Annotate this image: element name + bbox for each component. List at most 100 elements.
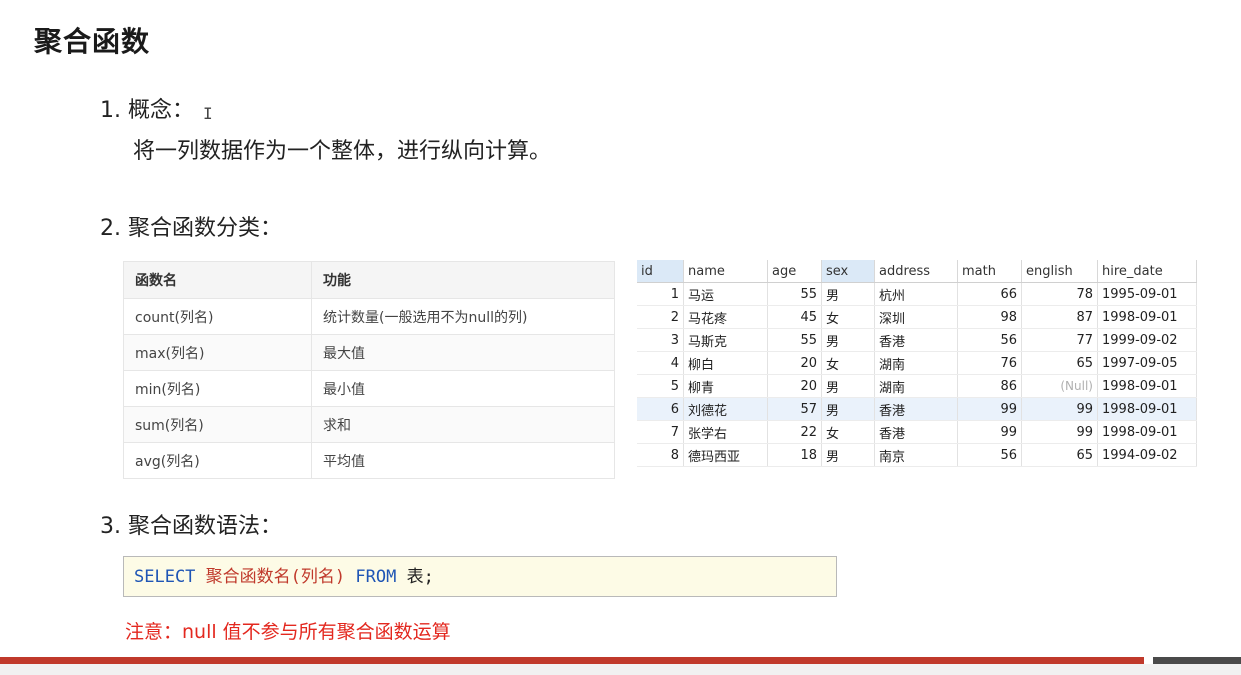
- cell-math[interactable]: 86: [957, 374, 1022, 398]
- footer-dark-bar: [1153, 657, 1241, 664]
- concept-text: 将一列数据作为一个整体，进行纵向计算。: [133, 139, 552, 164]
- column-header-sex[interactable]: sex: [821, 260, 875, 283]
- sql-syntax-box: SELECT 聚合函数名(列名) FROM 表;: [123, 556, 837, 597]
- function-table: 函数名 功能 count(列名) 统计数量(一般选用不为null的列) max(列…: [123, 261, 615, 479]
- cell-hire-date[interactable]: 1997-09-05: [1097, 351, 1197, 375]
- cell-id[interactable]: 1: [637, 282, 684, 306]
- cell-age[interactable]: 57: [767, 397, 822, 421]
- column-header-name[interactable]: name: [683, 260, 768, 283]
- cell-address[interactable]: 香港: [874, 397, 958, 421]
- cell-name[interactable]: 柳青: [683, 374, 768, 398]
- table-row[interactable]: 4 柳白 20 女湖南 76 65 1997-09-05: [637, 351, 1197, 375]
- page-title: 聚合函数: [34, 25, 151, 58]
- section-heading-categories: 2. 聚合函数分类：: [100, 216, 282, 241]
- cell-name[interactable]: 马斯克: [683, 328, 768, 352]
- cell-id[interactable]: 5: [637, 374, 684, 398]
- cell-math[interactable]: 99: [957, 420, 1022, 444]
- section-heading-syntax: 3. 聚合函数语法：: [100, 514, 282, 539]
- cell-math[interactable]: 66: [957, 282, 1022, 306]
- table-row[interactable]: 8 德玛西亚 18 男南京 56 65 1994-09-02: [637, 443, 1197, 467]
- cell-id[interactable]: 4: [637, 351, 684, 375]
- cell-english[interactable]: 65: [1021, 443, 1098, 467]
- cell-address[interactable]: 南京: [874, 443, 958, 467]
- column-header-age[interactable]: age: [767, 260, 822, 283]
- cell-sex[interactable]: 女: [821, 420, 875, 444]
- cell-age[interactable]: 20: [767, 351, 822, 375]
- cell-id[interactable]: 3: [637, 328, 684, 352]
- cell-address[interactable]: 湖南: [874, 374, 958, 398]
- cell-hire-date[interactable]: 1998-09-01: [1097, 420, 1197, 444]
- function-desc-cell: 平均值: [311, 442, 615, 479]
- cell-english[interactable]: (Null): [1021, 374, 1098, 398]
- cell-sex[interactable]: 男: [821, 397, 875, 421]
- cell-address[interactable]: 湖南: [874, 351, 958, 375]
- cell-math[interactable]: 56: [957, 443, 1022, 467]
- table-row[interactable]: 7 张学右 22 女香港 99 99 1998-09-01: [637, 420, 1197, 444]
- cell-address[interactable]: 香港: [874, 420, 958, 444]
- cell-id[interactable]: 8: [637, 443, 684, 467]
- cell-english[interactable]: 78: [1021, 282, 1098, 306]
- cell-id[interactable]: 6: [637, 397, 684, 421]
- cell-age[interactable]: 20: [767, 374, 822, 398]
- cell-sex[interactable]: 男: [821, 374, 875, 398]
- cell-address[interactable]: 深圳: [874, 305, 958, 329]
- cell-hire-date[interactable]: 1995-09-01: [1097, 282, 1197, 306]
- function-name-cell: min(列名): [123, 370, 312, 407]
- table-row[interactable]: 1 马运 55 男杭州 66 78 1995-09-01: [637, 282, 1197, 306]
- aggregate-placeholder: 聚合函数名(列名): [205, 567, 346, 587]
- cell-age[interactable]: 55: [767, 328, 822, 352]
- cell-english[interactable]: 87: [1021, 305, 1098, 329]
- cell-age[interactable]: 22: [767, 420, 822, 444]
- cell-name[interactable]: 马花疼: [683, 305, 768, 329]
- cell-math[interactable]: 76: [957, 351, 1022, 375]
- cell-hire-date[interactable]: 1998-09-01: [1097, 374, 1197, 398]
- cell-name[interactable]: 德玛西亚: [683, 443, 768, 467]
- table-row[interactable]: 2 马花疼 45 女深圳 98 87 1998-09-01: [637, 305, 1197, 329]
- cell-address[interactable]: 杭州: [874, 282, 958, 306]
- employee-data-grid[interactable]: id name age sex address math english hir…: [637, 260, 1197, 467]
- function-name-cell: max(列名): [123, 334, 312, 371]
- cell-name[interactable]: 刘德花: [683, 397, 768, 421]
- cell-age[interactable]: 45: [767, 305, 822, 329]
- cell-hire-date[interactable]: 1998-09-01: [1097, 305, 1197, 329]
- cell-name[interactable]: 张学右: [683, 420, 768, 444]
- cell-math[interactable]: 56: [957, 328, 1022, 352]
- cell-english[interactable]: 99: [1021, 397, 1098, 421]
- cell-english[interactable]: 99: [1021, 420, 1098, 444]
- column-header-id[interactable]: id: [637, 260, 684, 283]
- cell-address[interactable]: 香港: [874, 328, 958, 352]
- table-row[interactable]: 6 刘德花 57 男香港 99 99 1998-09-01: [637, 397, 1197, 421]
- cell-sex[interactable]: 女: [821, 351, 875, 375]
- table-row[interactable]: 5 柳青 20 男湖南 86 (Null) 1998-09-01: [637, 374, 1197, 398]
- function-name-cell: count(列名): [123, 298, 312, 335]
- cell-id[interactable]: 2: [637, 305, 684, 329]
- bottom-strip: [0, 664, 1241, 675]
- function-desc-cell: 最小值: [311, 370, 615, 407]
- function-desc-cell: 求和: [311, 406, 615, 443]
- column-header-hire-date[interactable]: hire_date: [1097, 260, 1197, 283]
- header-cell-purpose: 功能: [311, 261, 615, 299]
- column-header-address[interactable]: address: [874, 260, 958, 283]
- cell-id[interactable]: 7: [637, 420, 684, 444]
- table-row[interactable]: 3 马斯克 55 男香港 56 77 1999-09-02: [637, 328, 1197, 352]
- cell-sex[interactable]: 男: [821, 282, 875, 306]
- cell-math[interactable]: 99: [957, 397, 1022, 421]
- cell-sex[interactable]: 女: [821, 305, 875, 329]
- cell-hire-date[interactable]: 1998-09-01: [1097, 397, 1197, 421]
- cell-age[interactable]: 18: [767, 443, 822, 467]
- header-cell-func-name: 函数名: [123, 261, 312, 299]
- cell-name[interactable]: 柳白: [683, 351, 768, 375]
- cell-english[interactable]: 77: [1021, 328, 1098, 352]
- function-desc-cell: 统计数量(一般选用不为null的列): [311, 298, 615, 335]
- table-placeholder: 表;: [406, 567, 434, 587]
- cell-math[interactable]: 98: [957, 305, 1022, 329]
- cell-hire-date[interactable]: 1999-09-02: [1097, 328, 1197, 352]
- cell-age[interactable]: 55: [767, 282, 822, 306]
- column-header-english[interactable]: english: [1021, 260, 1098, 283]
- cell-name[interactable]: 马运: [683, 282, 768, 306]
- cell-english[interactable]: 65: [1021, 351, 1098, 375]
- cell-sex[interactable]: 男: [821, 328, 875, 352]
- cell-sex[interactable]: 男: [821, 443, 875, 467]
- cell-hire-date[interactable]: 1994-09-02: [1097, 443, 1197, 467]
- column-header-math[interactable]: math: [957, 260, 1022, 283]
